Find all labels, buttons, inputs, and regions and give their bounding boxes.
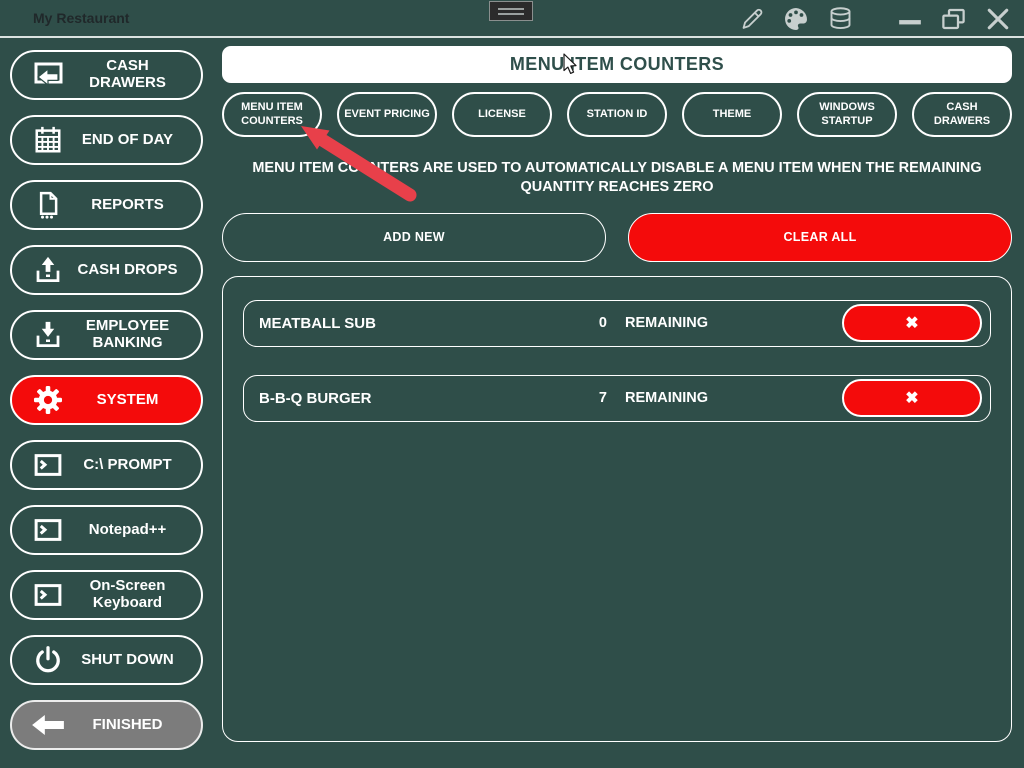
sidebar-item-label: REPORTS bbox=[66, 197, 201, 214]
counter-list: MEATBALL SUB 0 REMAINING ✖ B-B-Q BURGER … bbox=[222, 276, 1012, 742]
tab-station-id[interactable]: STATION ID bbox=[567, 92, 667, 137]
tab-theme[interactable]: THEME bbox=[682, 92, 782, 137]
sidebar-item-label: C:\ PROMPT bbox=[66, 457, 201, 474]
terminal-icon bbox=[30, 450, 66, 480]
cash-drawer-icon bbox=[30, 60, 66, 90]
sidebar: CASH DRAWERS END OF DAY bbox=[0, 38, 215, 766]
tab-event-pricing[interactable]: EVENT PRICING bbox=[337, 92, 437, 137]
report-document-icon bbox=[30, 190, 66, 220]
titlebar: My Restaurant bbox=[0, 0, 1024, 38]
minimize-button[interactable] bbox=[897, 6, 923, 32]
page-title: MENU ITEM COUNTERS bbox=[222, 46, 1012, 83]
sidebar-item-label: On-Screen Keyboard bbox=[66, 578, 201, 612]
sidebar-item-cash-drawers[interactable]: CASH DRAWERS bbox=[10, 50, 203, 100]
sidebar-item-system[interactable]: SYSTEM bbox=[10, 375, 203, 425]
add-new-button[interactable]: ADD NEW bbox=[222, 213, 606, 262]
database-icon[interactable] bbox=[827, 6, 854, 33]
cash-drop-icon bbox=[30, 255, 66, 285]
item-remaining-label: REMAINING bbox=[625, 390, 708, 406]
sidebar-item-end-of-day[interactable]: END OF DAY bbox=[10, 115, 203, 165]
gear-icon bbox=[30, 384, 66, 416]
description-text: MENU ITEM COUNTERS ARE USED TO AUTOMATIC… bbox=[222, 159, 1012, 197]
sidebar-item-label: SHUT DOWN bbox=[66, 652, 201, 669]
sidebar-item-on-screen-keyboard[interactable]: On-Screen Keyboard bbox=[10, 570, 203, 620]
settings-tabs: MENU ITEM COUNTERS EVENT PRICING LICENSE… bbox=[222, 92, 1012, 137]
item-name: MEATBALL SUB bbox=[259, 315, 559, 332]
item-remaining-label: REMAINING bbox=[625, 315, 708, 331]
item-remaining-count: 0 bbox=[559, 315, 607, 331]
x-icon: ✖ bbox=[905, 388, 918, 408]
delete-counter-button[interactable]: ✖ bbox=[842, 379, 982, 417]
sidebar-item-finished[interactable]: FINISHED bbox=[10, 700, 203, 750]
main-panel: MENU ITEM COUNTERS MENU ITEM COUNTERS EV… bbox=[215, 38, 1024, 766]
app-title: My Restaurant bbox=[33, 10, 129, 26]
restore-button[interactable] bbox=[940, 6, 967, 33]
titlebar-actions bbox=[739, 0, 1012, 38]
terminal-icon bbox=[30, 580, 66, 610]
window-body: CASH DRAWERS END OF DAY bbox=[0, 38, 1024, 766]
calendar-icon bbox=[30, 125, 66, 155]
palette-icon[interactable] bbox=[782, 5, 810, 33]
tab-menu-item-counters[interactable]: MENU ITEM COUNTERS bbox=[222, 92, 322, 137]
close-button[interactable] bbox=[984, 5, 1012, 33]
terminal-icon bbox=[30, 515, 66, 545]
sidebar-item-label: CASH DROPS bbox=[66, 262, 201, 279]
sidebar-item-shut-down[interactable]: SHUT DOWN bbox=[10, 635, 203, 685]
sidebar-item-notepad[interactable]: Notepad++ bbox=[10, 505, 203, 555]
counter-row-bbq-burger: B-B-Q BURGER 7 REMAINING ✖ bbox=[243, 375, 991, 422]
tab-cash-drawers[interactable]: CASH DRAWERS bbox=[912, 92, 1012, 137]
item-remaining-count: 7 bbox=[559, 390, 607, 406]
tab-windows-startup[interactable]: WINDOWS STARTUP bbox=[797, 92, 897, 137]
action-buttons: ADD NEW CLEAR ALL bbox=[222, 213, 1012, 262]
sidebar-item-cash-drops[interactable]: CASH DROPS bbox=[10, 245, 203, 295]
sidebar-item-employee-banking[interactable]: EMPLOYEE BANKING bbox=[10, 310, 203, 360]
app-window: My Restaurant bbox=[0, 0, 1024, 766]
clear-all-button[interactable]: CLEAR ALL bbox=[628, 213, 1012, 262]
sidebar-item-label: CASH DRAWERS bbox=[66, 58, 201, 92]
pencil-icon[interactable] bbox=[739, 6, 765, 32]
x-icon: ✖ bbox=[905, 313, 918, 333]
sidebar-item-label: END OF DAY bbox=[66, 132, 201, 149]
back-arrow-icon bbox=[30, 712, 66, 738]
sidebar-item-label: EMPLOYEE BANKING bbox=[66, 318, 201, 352]
tab-license[interactable]: LICENSE bbox=[452, 92, 552, 137]
item-name: B-B-Q BURGER bbox=[259, 390, 559, 407]
sidebar-item-label: Notepad++ bbox=[66, 522, 201, 539]
tablet-mode-icon bbox=[498, 8, 524, 10]
sidebar-item-label: SYSTEM bbox=[66, 392, 201, 409]
sidebar-item-c-prompt[interactable]: C:\ PROMPT bbox=[10, 440, 203, 490]
employee-banking-icon bbox=[30, 320, 66, 350]
power-icon bbox=[30, 645, 66, 675]
sidebar-item-reports[interactable]: REPORTS bbox=[10, 180, 203, 230]
counter-row-meatball-sub: MEATBALL SUB 0 REMAINING ✖ bbox=[243, 300, 991, 347]
sidebar-item-label: FINISHED bbox=[66, 717, 201, 734]
delete-counter-button[interactable]: ✖ bbox=[842, 304, 982, 342]
tablet-mode-button[interactable] bbox=[489, 1, 533, 21]
